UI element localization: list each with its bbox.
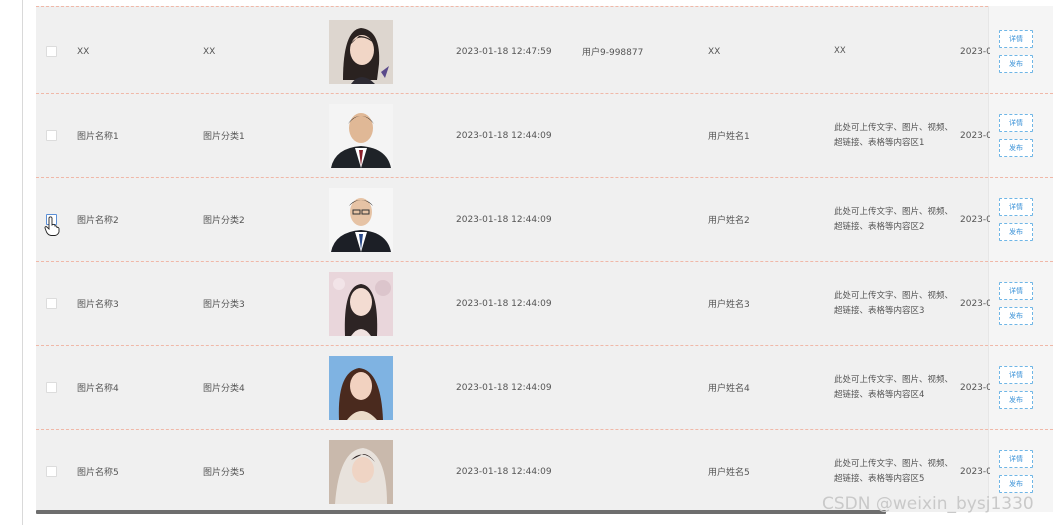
cell-name: XX — [77, 46, 90, 57]
photo-thumbnail[interactable] — [329, 103, 393, 168]
cell-category: 图片分类2 — [203, 216, 245, 226]
detail-button[interactable]: 详情 — [999, 30, 1033, 48]
cell-user-name: XX — [708, 46, 721, 57]
photo-thumbnail[interactable] — [329, 19, 393, 84]
publish-button[interactable]: 发布 — [999, 307, 1033, 325]
cell-name: 图片名称5 — [77, 468, 119, 478]
cell-name: 图片名称1 — [77, 132, 119, 142]
photo-thumbnail[interactable] — [329, 271, 393, 336]
photo-thumbnail[interactable] — [329, 187, 393, 252]
cell-name: 图片名称4 — [77, 384, 119, 394]
publish-button[interactable]: 发布 — [999, 391, 1033, 409]
cell-name: 图片名称3 — [77, 300, 119, 310]
publish-button[interactable]: 发布 — [999, 139, 1033, 157]
detail-button[interactable]: 详情 — [999, 114, 1033, 132]
cell-user-name: 用户姓名3 — [708, 300, 750, 310]
cell-user-id — [582, 178, 692, 261]
horizontal-scrollbar[interactable] — [36, 510, 886, 514]
cell-user-id — [582, 94, 692, 177]
table-row: 图片名称2 图片分类2 2023-01-18 12:44:09 用户姓名2 此处… — [36, 178, 1053, 262]
cell-description: XX — [834, 46, 846, 56]
cell-user-id — [582, 262, 692, 345]
publish-button[interactable]: 发布 — [999, 475, 1033, 493]
row-checkbox[interactable] — [45, 382, 57, 393]
cell-time: 2023-01-18 12:47:59 — [456, 46, 552, 57]
data-table: XX XX 2023-01-18 12:47:59 用户9-998877 XX … — [36, 6, 1053, 512]
cell-category: 图片分类3 — [203, 300, 245, 310]
cell-user-name: 用户姓名1 — [708, 132, 750, 142]
cell-user-name: 用户姓名2 — [708, 216, 750, 226]
row-checkbox[interactable] — [45, 130, 57, 141]
hand-pointer-icon — [44, 216, 60, 236]
cell-time: 2023-01-18 12:44:09 — [456, 298, 552, 309]
cell-date: 2023-0 — [960, 214, 990, 225]
cell-description: 此处可上传文字、图片、视频、超链接、表格等内容区4 — [834, 374, 954, 400]
photo-thumbnail[interactable] — [329, 355, 393, 420]
left-rail — [22, 0, 23, 525]
cell-date: 2023-0 — [960, 382, 990, 393]
cell-category: XX — [203, 46, 216, 57]
photo-thumbnail[interactable] — [329, 439, 393, 504]
row-checkbox[interactable] — [45, 46, 57, 57]
cell-category: 图片分类4 — [203, 384, 245, 394]
cell-user-name: 用户姓名4 — [708, 384, 750, 394]
cell-category: 图片分类5 — [203, 468, 245, 478]
cell-date: 2023-0 — [960, 46, 990, 57]
detail-button[interactable]: 详情 — [999, 198, 1033, 216]
cell-description: 此处可上传文字、图片、视频、超链接、表格等内容区1 — [834, 122, 954, 148]
row-checkbox[interactable] — [45, 298, 57, 309]
cell-description: 此处可上传文字、图片、视频、超链接、表格等内容区3 — [834, 290, 954, 316]
table-row: XX XX 2023-01-18 12:47:59 用户9-998877 XX … — [36, 10, 1053, 94]
detail-button[interactable]: 详情 — [999, 450, 1033, 468]
cell-time: 2023-01-18 12:44:09 — [456, 382, 552, 393]
cell-category: 图片分类1 — [203, 132, 245, 142]
cell-time: 2023-01-18 12:44:09 — [456, 130, 552, 141]
detail-button[interactable]: 详情 — [999, 366, 1033, 384]
cell-user-name: 用户姓名5 — [708, 468, 750, 478]
table-top-border — [36, 6, 1053, 7]
table-row: 图片名称4 图片分类4 2023-01-18 12:44:09 用户姓名4 此处… — [36, 346, 1053, 430]
detail-button[interactable]: 详情 — [999, 282, 1033, 300]
table-row: 图片名称3 图片分类3 2023-01-18 12:44:09 用户姓名3 此处… — [36, 262, 1053, 346]
cell-user-id — [582, 346, 692, 429]
publish-button[interactable]: 发布 — [999, 223, 1033, 241]
cell-time: 2023-01-18 12:44:09 — [456, 466, 552, 477]
cell-user-id — [582, 430, 692, 512]
watermark: CSDN @weixin_bysj1330 — [822, 494, 1034, 514]
cell-time: 2023-01-18 12:44:09 — [456, 214, 552, 225]
cell-date: 2023-0 — [960, 130, 990, 141]
cell-user-id: 用户9-998877 — [582, 48, 644, 58]
cell-description: 此处可上传文字、图片、视频、超链接、表格等内容区2 — [834, 206, 954, 232]
publish-button[interactable]: 发布 — [999, 55, 1033, 73]
cell-date: 2023-0 — [960, 298, 990, 309]
cell-name: 图片名称2 — [77, 216, 119, 226]
row-checkbox[interactable] — [45, 466, 57, 477]
table-row: 图片名称1 图片分类1 2023-01-18 12:44:09 用户姓名1 此处… — [36, 94, 1053, 178]
